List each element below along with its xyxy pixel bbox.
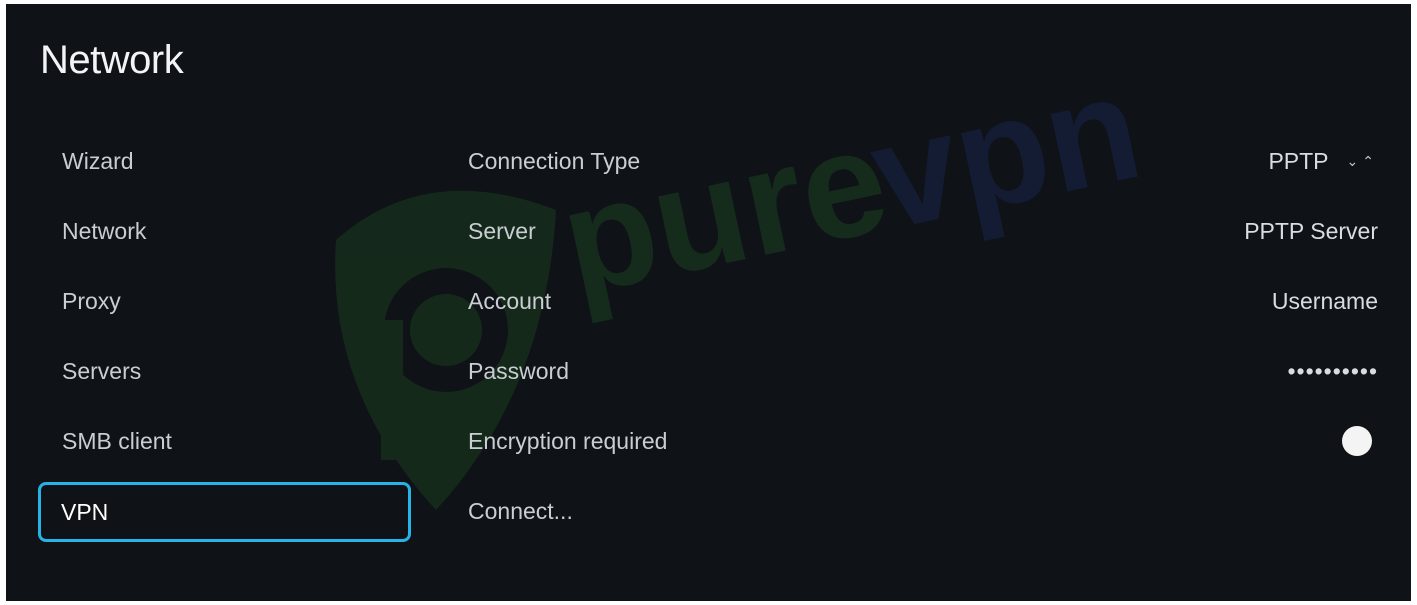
server-value: PPTP Server [1244,217,1378,244]
encryption-toggle[interactable] [1342,426,1372,456]
account-value: Username [1271,287,1378,314]
page-title: Network [40,38,184,82]
encryption-row[interactable]: Encryption required [468,406,1378,476]
vpn-settings-list: Connection Type PPTP ⌄⌃ Server PPTP Serv… [468,126,1378,546]
sidebar-item-label: SMB client [62,427,172,454]
sidebar-item-label: Proxy [62,287,121,314]
vpn-settings-screen: pure vpn Network Wizard Network Proxy Se… [6,4,1411,601]
connect-button[interactable]: Connect... [468,498,573,525]
encryption-label: Encryption required [468,427,668,454]
password-label: Password [468,357,569,384]
password-row[interactable]: Password •••••••••• [468,336,1378,406]
connection-type-label: Connection Type [468,147,641,174]
account-row[interactable]: Account Username [468,266,1378,336]
connection-type-row[interactable]: Connection Type PPTP ⌄⌃ [468,126,1378,196]
connect-row[interactable]: Connect... [468,476,1378,546]
sidebar-item-vpn[interactable]: VPN [38,482,411,542]
sidebar-item-servers[interactable]: Servers [38,336,413,406]
chevron-up-down-icon[interactable]: ⌄⌃ [1347,153,1378,170]
connection-type-value: PPTP [1268,147,1329,174]
sidebar-item-label: Servers [62,357,142,384]
sidebar-item-wizard[interactable]: Wizard [38,126,413,196]
sidebar-item-smb-client[interactable]: SMB client [38,406,413,476]
sidebar-item-label: VPN [61,498,109,525]
password-value: •••••••••• [1287,357,1378,384]
sidebar-item-proxy[interactable]: Proxy [38,266,413,336]
settings-sidebar: Wizard Network Proxy Servers SMB client … [38,126,413,542]
sidebar-item-label: Wizard [62,147,134,174]
account-label: Account [468,287,552,314]
server-row[interactable]: Server PPTP Server [468,196,1378,266]
sidebar-item-network[interactable]: Network [38,196,413,266]
server-label: Server [468,217,536,244]
sidebar-item-label: Network [62,217,147,244]
